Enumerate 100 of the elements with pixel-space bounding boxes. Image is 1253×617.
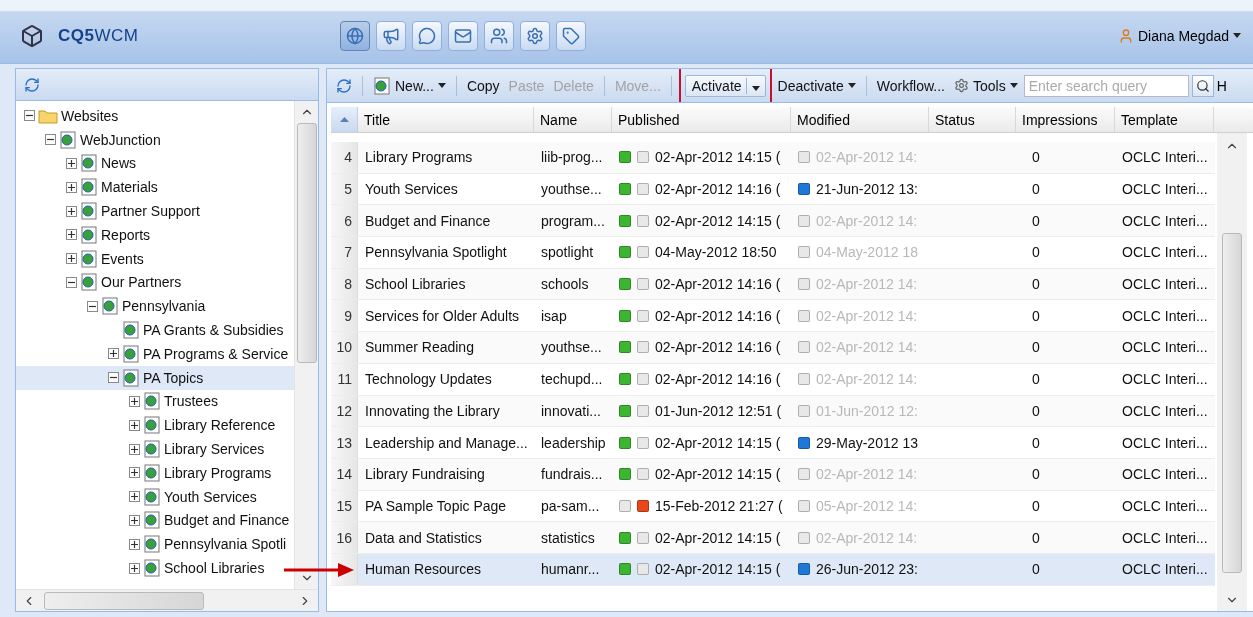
user-menu[interactable]: Diana Megdad [1117,27,1241,44]
tree-item[interactable]: Partner Support [16,199,294,223]
grid-row[interactable]: 8 School Libraries schools 02-Apr-2012 14:16 ( 02-Apr-2012 14: 0 OCLC Interi... [331,268,1215,301]
tree-item[interactable]: Events [16,246,294,271]
grid-row[interactable]: 5 Youth Services youthse... 02-Apr-2012 14:16 ( 21-Jun-2012 13: 0 OCLC Interi... [331,173,1215,206]
grid-row[interactable]: 7 Pennsylvania Spotlight spotlight 04-May-2012 18:50 04-May-2012 18 0 OCLC Interi... [331,237,1215,269]
table-cell-text: Summer Reading [364,339,475,356]
expand-icon[interactable] [66,229,77,241]
tree-item[interactable]: Youth Services [16,484,294,509]
app-button[interactable] [484,20,514,51]
tree-item[interactable]: PA Programs & Service [16,341,294,366]
collapse-icon[interactable] [45,134,56,146]
app-button[interactable] [376,20,406,51]
expand-icon[interactable] [66,253,77,265]
grid-row[interactable]: 16 Data and Statistics statistics 02-Apr-2012 14:15 ( 02-Apr-2012 14: 0 OCLC Interi... [331,522,1215,554]
column-header[interactable]: Title [358,107,534,132]
grid-row[interactable]: 4 Library Programs liib-prog... 02-Apr-2012 14:15 ( 02-Apr-2012 14: 0 OCLC Interi... [331,142,1215,174]
row-number: 11 [331,363,358,395]
modified-date: 02-Apr-2012 14: [816,276,918,293]
menu-button[interactable]: Deactivate [774,75,859,96]
expand-icon[interactable] [129,538,140,550]
tree-item-label: Pennsylvania Spotli [164,536,287,553]
grid-row[interactable]: 13 Leadership and Manage... leadership 02-Apr-2012 14:15 ( 29-May-2012 13 0 OCLC Interi... [331,427,1215,459]
column-header[interactable]: Published [612,107,791,132]
column-header[interactable]: Impressions [1016,107,1115,132]
grid-row[interactable]: 14 Library Fundraising fundrais... 02-Apr-2012 14:15 ( 02-Apr-2012 14: 0 OCLC Interi... [331,458,1215,491]
grid-row[interactable]: 11 Technology Updates techupd... 02-Apr-2012 14:16 ( 02-Apr-2012 14: 0 OCLC Interi... [331,363,1215,396]
tree-item[interactable]: Budget and Finance [16,508,294,533]
search-button[interactable] [1191,74,1214,97]
app-button[interactable] [412,20,442,51]
expand-icon[interactable] [66,181,77,193]
expand-icon[interactable] [129,467,140,479]
table-cell-text: 0 [1031,339,1041,356]
grid-row[interactable]: Human Resources humanr... 02-Apr-2012 14:15 ( 26-Jun-2012 23: 0 OCLC Interi... [331,553,1215,586]
expand-icon[interactable] [129,443,140,455]
app-button[interactable] [340,20,370,51]
table-cell-text: isap [540,307,568,324]
table-cell-text: PA Sample Topic Page [364,497,508,514]
search-field[interactable]: Enter search query [1023,74,1189,97]
grid-row[interactable]: 10 Summer Reading youthse... 02-Apr-2012 14:16 ( 02-Apr-2012 14: 0 OCLC Interi... [331,332,1215,364]
expand-icon[interactable] [129,395,140,407]
tree-item[interactable]: WebJunction [16,127,294,152]
table-cell-text: OCLC Interi... [1121,529,1209,546]
tree-item[interactable]: Materials [16,175,294,200]
tree-item[interactable]: Reports [16,223,294,247]
grid-row[interactable]: 12 Innovating the Library innovati... 01-Jun-2012 12:51 ( 01-Jun-2012 12: 0 OCLC Interi... [331,395,1215,428]
expand-icon[interactable] [129,419,140,431]
column-header[interactable]: Template [1115,107,1214,132]
tree-item[interactable]: Library Reference [16,413,294,438]
caret-icon [847,83,856,88]
toolbar-button[interactable]: Workflow... [873,75,948,96]
tree-item[interactable]: School Libraries [16,556,294,580]
expand-icon[interactable] [66,158,77,169]
column-header[interactable]: Status [929,107,1016,132]
cube-logo-icon [20,23,44,48]
expand-icon[interactable] [129,562,140,574]
tree-item[interactable]: Library Services [16,437,294,461]
published-date: 15-Feb-2012 21:27 ( [655,497,783,514]
grid-row[interactable]: 9 Services for Older Adults isap 02-Apr-2012 14:16 ( 02-Apr-2012 14: 0 OCLC Interi... [331,300,1215,333]
tree-item[interactable]: Trustees [16,389,294,414]
expand-icon[interactable] [66,205,77,217]
expand-icon[interactable] [108,348,119,360]
grid-row[interactable]: 6 Budget and Finance program... 02-Apr-2012 14:15 ( 02-Apr-2012 14: 0 OCLC Interi... [331,205,1215,238]
tree-item[interactable]: Our Partners [16,270,294,295]
table-cell-text: Leadership and Manage... [364,434,529,451]
published-date: 02-Apr-2012 14:15 ( [655,434,781,451]
collapse-icon[interactable] [108,372,119,384]
app-button[interactable] [556,20,586,51]
collapse-icon[interactable] [24,110,35,122]
tree-item[interactable]: Pennsylvania [16,294,294,319]
column-header[interactable]: Modified [791,107,929,132]
menu-button[interactable]: Tools [950,75,1021,96]
column-header[interactable]: Name [534,107,612,132]
tree-item[interactable]: PA Grants & Subsidies [16,318,294,342]
horizontal-scrollbar[interactable] [16,589,318,611]
scrollbar[interactable] [1217,133,1247,611]
app-button[interactable] [448,20,478,51]
expand-icon[interactable] [129,491,140,503]
row-number: 8 [331,268,358,300]
tree-item[interactable]: News [16,151,294,176]
collapse-icon[interactable] [87,300,98,312]
toolbar-button[interactable]: Copy [463,75,503,96]
grid-row[interactable]: 15 PA Sample Topic Page pa-sam... 15-Feb-2012 21:27 ( 05-Apr-2012 14: 0 OCLC Interi... [331,490,1215,523]
sort-icon[interactable] [331,107,358,132]
tree-item[interactable]: Library Programs [16,460,294,485]
tree-item-label: PA Grants & Subsidies [143,322,284,339]
tree-item-label: School Libraries [164,560,265,577]
modified-date: 01-Jun-2012 12: [816,402,918,419]
refresh-icon[interactable] [24,76,40,93]
app-button[interactable] [520,20,550,51]
refresh-icon [336,77,352,94]
tree-item[interactable]: PA Topics [16,365,294,390]
scrollbar[interactable] [294,101,318,589]
menu-button[interactable]: New... [370,74,449,97]
expand-icon[interactable] [129,514,140,526]
split-button[interactable]: Activate [684,74,766,97]
caret-icon [437,83,446,88]
tree-item[interactable]: Websites [16,104,294,128]
tree-item[interactable]: Pennsylvania Spotli [16,532,294,557]
collapse-icon[interactable] [66,276,77,288]
